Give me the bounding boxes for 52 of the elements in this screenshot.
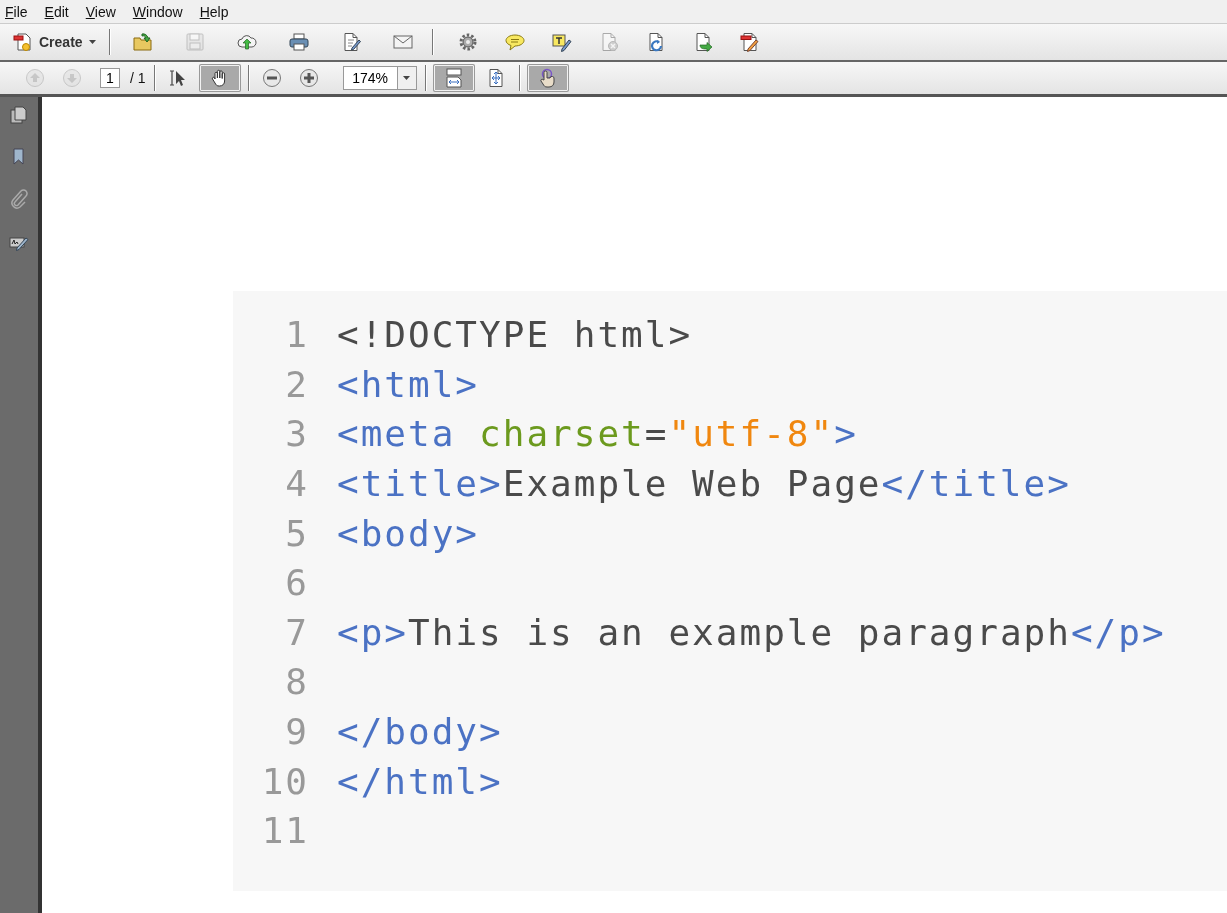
pages-button[interactable] (8, 104, 30, 126)
envelope-icon (392, 32, 413, 52)
line-number: 4 (284, 463, 309, 505)
code-line: </html> (337, 760, 503, 802)
settings-icon (457, 32, 478, 52)
pages-icon (9, 105, 29, 125)
code-line: <p>This is an example paragraph</p> (337, 611, 1166, 653)
cursor-icon (167, 68, 188, 88)
dropdown-button[interactable] (396, 66, 417, 90)
line-number: 8 (284, 661, 309, 703)
zoom-field[interactable]: 174% (342, 66, 397, 90)
caret-icon (403, 76, 411, 80)
line-number: 9 (284, 711, 309, 753)
code-line: <meta charset="utf-8"> (337, 413, 858, 455)
menu-item[interactable]: View (85, 3, 125, 20)
caret-icon (88, 40, 96, 44)
document-star-icon (13, 32, 33, 52)
create-button[interactable]: Create (8, 28, 109, 56)
zoom-out-icon (261, 68, 282, 88)
line-number: 10 (260, 760, 309, 802)
speech-bubble-icon (504, 32, 525, 52)
menu-item[interactable]: Help (199, 3, 238, 20)
line-number: 1 (284, 314, 309, 356)
page-count: / 1 (129, 70, 146, 86)
code-line: <html> (337, 363, 480, 405)
line-number: 11 (260, 810, 309, 852)
menu-item[interactable]: File (5, 3, 37, 20)
folder-icon (132, 32, 153, 52)
cloud-upload-icon (236, 32, 257, 52)
fit-width-button[interactable] (433, 65, 474, 91)
touch-hand-button[interactable] (527, 65, 568, 91)
fit-width-icon (443, 68, 464, 88)
hand-button[interactable] (199, 65, 240, 91)
paperclip-button[interactable] (8, 188, 30, 210)
code-line: <!DOCTYPE html> (337, 314, 693, 356)
touch-hand-icon (537, 68, 558, 88)
menu-item[interactable]: Edit (44, 3, 78, 20)
line-number: 7 (284, 611, 309, 653)
page-number-field[interactable]: 1 (100, 68, 120, 88)
printer-icon (288, 32, 309, 52)
line-number: 3 (284, 413, 309, 455)
code-line: <title>Example Web Page</title> (337, 463, 1071, 505)
paperclip-icon (9, 189, 29, 209)
menu-item[interactable]: Window (132, 3, 192, 20)
code-line: </body> (337, 711, 503, 753)
line-number: 6 (284, 562, 309, 604)
text-box-pencil-icon (551, 32, 572, 52)
code-line: <body> (337, 512, 480, 554)
document-pencil-icon (739, 32, 760, 52)
line-number: 2 (284, 363, 309, 405)
zoom-in-icon (298, 68, 319, 88)
line-number: 5 (284, 512, 309, 554)
